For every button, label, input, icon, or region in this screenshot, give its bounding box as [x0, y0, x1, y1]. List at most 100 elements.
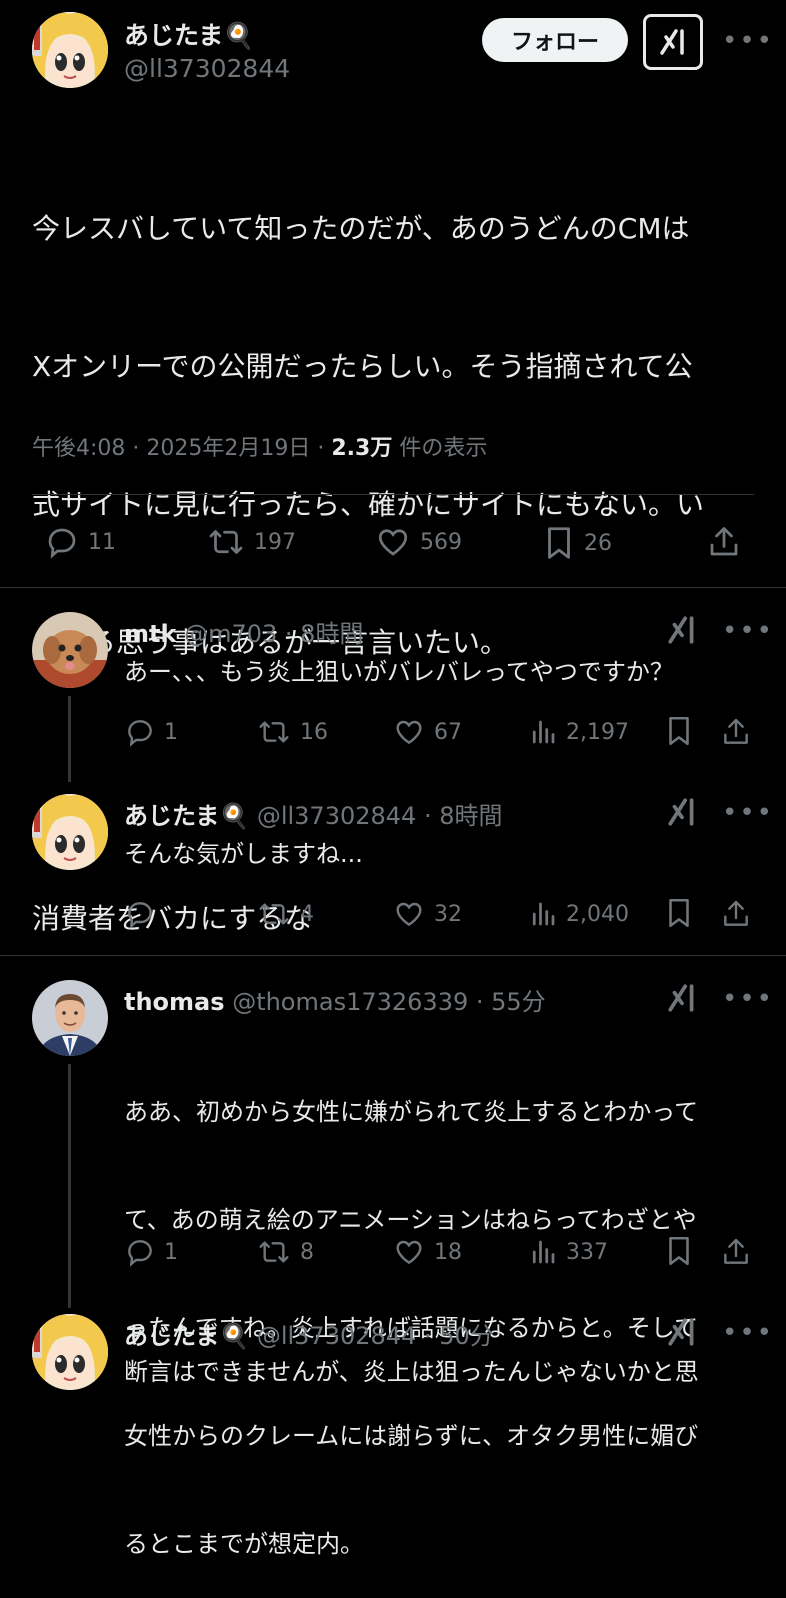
analytics-icon [532, 902, 555, 926]
repost-icon [259, 903, 289, 925]
reply-text: そんな気がしますね... [124, 840, 363, 868]
heart-icon [396, 720, 422, 745]
like-button[interactable]: 569 [374, 524, 462, 560]
bookmark-icon [548, 527, 570, 559]
repost-button[interactable]: 197 [206, 524, 296, 560]
author-avatar[interactable] [32, 12, 108, 88]
like-button[interactable]: 67 [392, 716, 462, 748]
bookmark-button[interactable] [664, 896, 694, 930]
author-name[interactable]: あじたま🍳 [124, 16, 254, 52]
reply-time[interactable]: · 8時間 [416, 802, 503, 830]
reply-author-name[interactable]: mtk [124, 620, 176, 648]
reply-avatar[interactable] [32, 980, 108, 1056]
bookmark-button[interactable]: 26 [542, 524, 612, 562]
grok-icon[interactable] [666, 982, 698, 1018]
reply-author-handle[interactable]: @ll37302844 [257, 802, 417, 830]
share-button[interactable] [720, 716, 752, 748]
like-button[interactable]: 32 [392, 898, 462, 930]
thread-line [68, 696, 71, 782]
repost-icon [259, 721, 289, 743]
grok-button[interactable] [643, 14, 703, 70]
repost-icon [209, 530, 243, 554]
reply-author-name[interactable]: あじたま🍳 [124, 1322, 249, 1350]
reply-header: あじたま🍳 @ll37302844 · 50分 [124, 1316, 494, 1351]
repost-button[interactable]: 4 [256, 898, 314, 930]
share-icon [724, 900, 748, 926]
share-button[interactable] [706, 524, 742, 560]
reply-time[interactable]: · 55分 [468, 988, 546, 1016]
divider [0, 955, 786, 956]
divider [0, 587, 786, 588]
like-count: 32 [434, 901, 462, 927]
reply-time[interactable]: · 8時間 [277, 620, 364, 648]
bookmark-count: 26 [584, 530, 612, 556]
view-count: 2.3万 [331, 436, 393, 461]
views-button[interactable]: 337 [528, 1236, 608, 1268]
reply-button[interactable] [124, 898, 164, 930]
more-options-icon[interactable]: ••• [722, 800, 774, 826]
reply-author-name[interactable]: あじたま🍳 [124, 802, 249, 830]
reply-count: 11 [88, 529, 116, 555]
reply-icon [48, 528, 76, 559]
like-count: 18 [434, 1239, 462, 1265]
grok-icon[interactable] [666, 1316, 698, 1352]
bookmark-button[interactable] [664, 714, 694, 748]
bookmark-icon [669, 716, 689, 746]
reply-author-name[interactable]: thomas [124, 988, 225, 1016]
reply-button[interactable]: 11 [44, 524, 116, 560]
like-button[interactable]: 18 [392, 1236, 462, 1268]
repost-button[interactable]: 16 [256, 716, 328, 748]
repost-count: 197 [254, 529, 296, 555]
share-button[interactable] [720, 1236, 752, 1268]
view-count: 337 [566, 1239, 608, 1265]
reply-time[interactable]: · 50分 [416, 1322, 494, 1350]
share-icon [724, 1238, 748, 1264]
reply-text-line: て、あの萌え絵のアニメーションはねらってわざとや [124, 1206, 697, 1234]
view-count: 2,197 [566, 719, 629, 745]
analytics-icon [532, 720, 555, 744]
heart-icon [378, 529, 408, 556]
reply-avatar[interactable] [32, 1314, 108, 1390]
reply-button[interactable]: 1 [124, 716, 178, 748]
repost-button[interactable]: 8 [256, 1236, 314, 1268]
reply-author-handle[interactable]: @m703 [184, 620, 277, 648]
reply-header: mtk @m703 · 8時間 [124, 614, 363, 649]
reply-avatar[interactable] [32, 794, 108, 870]
views-button[interactable]: 2,197 [528, 716, 629, 748]
reply-text-line: ああ、初めから女性に嫌がられて炎上するとわかって [124, 1098, 699, 1126]
reply-text: ああ、初めから女性に嫌がられて炎上するとわかって て、あの萌え絵のアニメーション… [124, 1022, 764, 1598]
bookmark-button[interactable] [664, 1234, 694, 1268]
more-options-icon[interactable]: ••• [722, 986, 774, 1012]
grok-icon [660, 29, 684, 55]
views-button[interactable]: 2,040 [528, 898, 629, 930]
thread-line [68, 1064, 71, 1308]
reply-text: 断言はできませんが、炎上は狙ったんじゃないかと思 [124, 1358, 699, 1386]
reply-header: あじたま🍳 @ll37302844 · 8時間 [124, 796, 502, 831]
reply-button[interactable]: 1 [124, 1236, 178, 1268]
share-button[interactable] [720, 898, 752, 930]
bookmark-icon [669, 1236, 689, 1266]
more-options-icon[interactable]: ••• [722, 1320, 774, 1346]
grok-icon[interactable] [666, 796, 698, 832]
post-text-line: Xオンリーでの公開だったらしい。そう指摘されて公 [32, 350, 693, 383]
grok-icon[interactable] [666, 614, 698, 650]
share-icon [710, 527, 738, 556]
repost-count: 8 [300, 1239, 314, 1265]
bookmark-icon [669, 898, 689, 928]
analytics-icon [532, 1240, 555, 1264]
divider [32, 494, 754, 495]
reply-author-handle[interactable]: @ll37302844 [257, 1322, 417, 1350]
more-options-icon[interactable]: ••• [722, 618, 774, 644]
like-count: 67 [434, 719, 462, 745]
reply-text: あー、、、もう炎上狙いがバレバレってやつですか？ [124, 658, 674, 686]
share-icon [724, 718, 748, 744]
reply-avatar[interactable] [32, 612, 108, 688]
post-timestamp[interactable]: 午後4:08 · 2025年2月19日 · [32, 436, 331, 461]
view-label: 件の表示 [392, 436, 488, 461]
author-handle[interactable]: @ll37302844 [124, 54, 290, 83]
reply-author-handle[interactable]: @thomas17326339 [232, 988, 468, 1016]
reply-text-line: るとこまでが想定内。 [124, 1530, 364, 1558]
follow-button[interactable]: フォロー [482, 18, 628, 62]
more-options-icon[interactable]: ••• [722, 28, 774, 54]
view-count: 2,040 [566, 901, 629, 927]
